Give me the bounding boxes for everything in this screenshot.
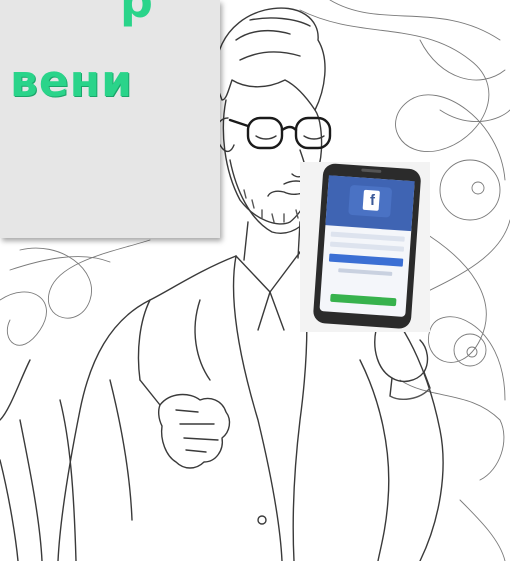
title-banner: р вени: [0, 0, 220, 238]
right-hand: [374, 329, 429, 383]
jacket: [57, 255, 237, 561]
hair: [215, 7, 326, 111]
left-hand: [157, 393, 231, 469]
banner-top-fragment: р: [120, 0, 153, 28]
phone-photo: f: [300, 162, 430, 332]
smartphone-graphic: [313, 163, 421, 329]
shirt-collar: [235, 251, 301, 293]
right-arm: [379, 299, 444, 561]
banner-word: вени: [10, 56, 133, 107]
facebook-f-icon: f: [370, 192, 375, 209]
glasses: [228, 116, 332, 150]
